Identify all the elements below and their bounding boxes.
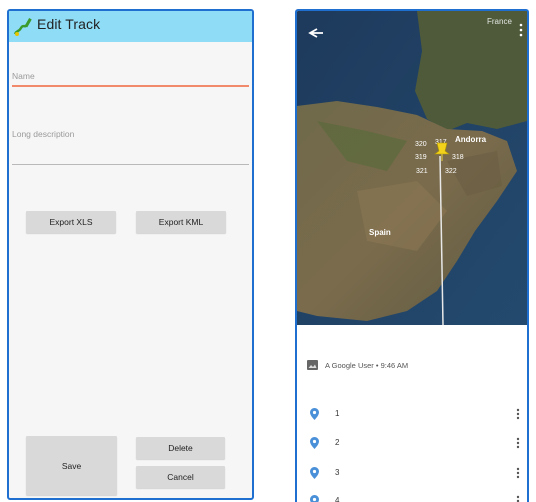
- more-options-icon[interactable]: [516, 437, 520, 449]
- map-marker-label[interactable]: 320: [415, 141, 427, 148]
- delete-button[interactable]: Delete: [136, 437, 225, 459]
- photo-attribution: A Google User • 9:46 AM: [307, 358, 408, 372]
- export-xls-button[interactable]: Export XLS: [26, 211, 116, 233]
- app-bar: Edit Track: [9, 11, 252, 42]
- location-pin-icon: [310, 467, 319, 479]
- map-marker-label[interactable]: 318: [452, 154, 464, 161]
- long-description-field[interactable]: Long description: [12, 129, 74, 139]
- point-number: 4: [335, 496, 340, 502]
- name-field-underline: [12, 85, 249, 87]
- photo-attribution-text: A Google User • 9:46 AM: [325, 360, 409, 370]
- more-options-icon[interactable]: [516, 467, 520, 479]
- export-kml-button[interactable]: Export KML: [136, 211, 226, 233]
- description-field-underline: [12, 164, 249, 165]
- map-label-spain: Spain: [369, 228, 391, 237]
- save-button[interactable]: Save: [26, 436, 117, 495]
- more-options-icon[interactable]: [516, 408, 520, 420]
- point-number: 3: [335, 468, 340, 477]
- point-number: 1: [335, 409, 340, 418]
- name-field[interactable]: Name: [12, 71, 35, 81]
- satellite-map[interactable]: France Andorra Spain 320 317 319 318 321…: [297, 11, 527, 325]
- map-marker-label[interactable]: 321: [416, 168, 428, 175]
- more-options-icon[interactable]: [516, 495, 520, 502]
- map-marker-label[interactable]: 319: [415, 154, 427, 161]
- image-icon: [307, 360, 318, 370]
- edit-track-screen: Edit Track Name Long description Export …: [7, 9, 254, 500]
- map-screen: France Andorra Spain 320 317 319 318 321…: [295, 9, 529, 502]
- list-item[interactable]: 3: [297, 465, 527, 485]
- location-pin-icon: [310, 495, 319, 502]
- map-label-andorra: Andorra: [455, 135, 487, 144]
- location-pin-icon: [310, 437, 319, 449]
- list-item[interactable]: 2: [297, 435, 527, 455]
- location-pin-icon: [310, 408, 319, 420]
- point-number: 2: [335, 438, 340, 447]
- cancel-button[interactable]: Cancel: [136, 466, 225, 488]
- list-item[interactable]: 1: [297, 406, 527, 426]
- list-item[interactable]: 4: [297, 493, 527, 502]
- app-logo-icon: [13, 18, 32, 36]
- map-marker-label[interactable]: 322: [445, 168, 457, 175]
- map-label-france: France: [487, 17, 512, 26]
- page-title: Edit Track: [37, 16, 101, 32]
- overflow-menu-icon[interactable]: [519, 23, 523, 37]
